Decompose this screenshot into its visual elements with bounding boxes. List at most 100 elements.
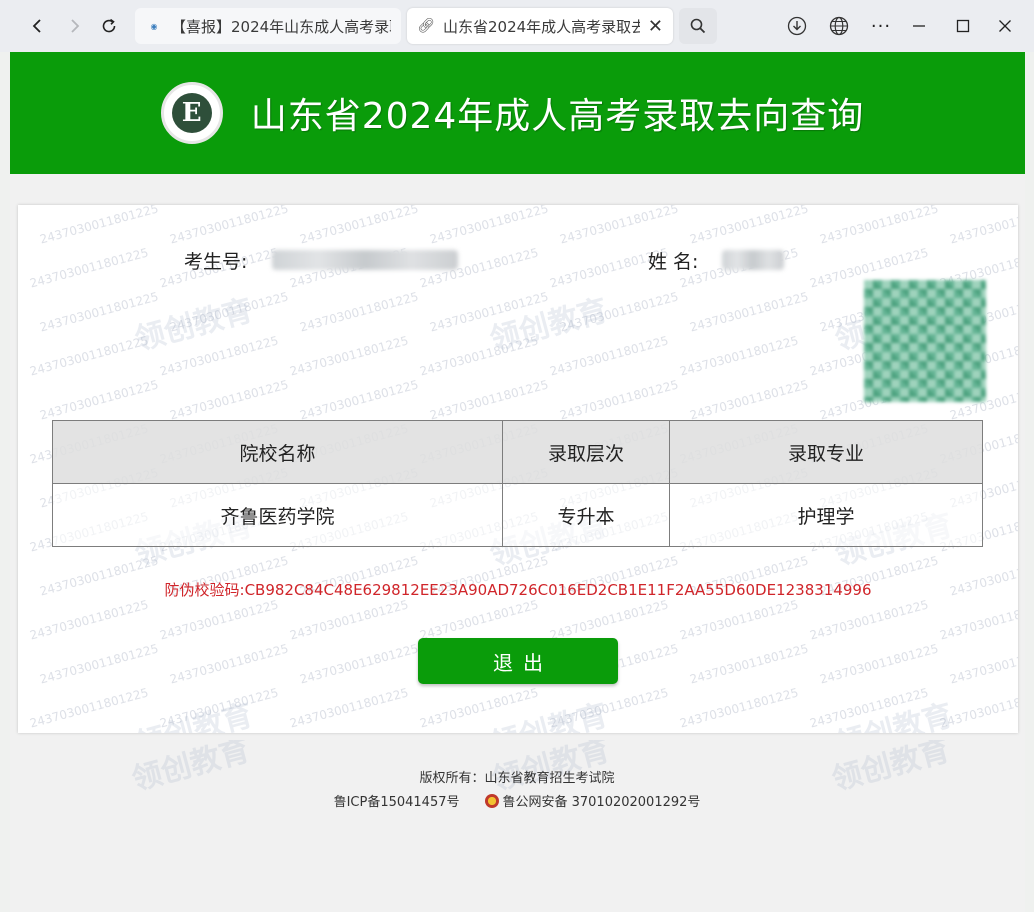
watermark-brand: 领创教育 xyxy=(131,292,257,358)
qr-code-redacted xyxy=(864,280,986,402)
police-record-link[interactable]: 鲁公网安备 37010202001292号 xyxy=(485,791,700,810)
result-card: 2437030011801225 2437030011801225 24370300… xyxy=(18,205,1018,733)
header-banner: E 山东省2024年成人高考录取去向查询 xyxy=(10,52,1025,174)
watermark-number: 2437030011801225 xyxy=(818,641,940,687)
police-badge-icon xyxy=(485,794,500,808)
reload-icon xyxy=(102,18,116,33)
watermark-number: 2437030011801225 xyxy=(38,289,160,335)
watermark-number: 2437030011801225 xyxy=(158,597,280,643)
watermark-number: 2437030011801225 xyxy=(818,205,940,247)
watermark-number: 2437030011801225 xyxy=(558,289,680,335)
back-arrow-icon xyxy=(32,19,41,33)
tab-1[interactable]: ◉ 【喜报】2024年山东成人高考录取 xyxy=(135,8,401,44)
watermark-number: 2437030011801225 xyxy=(688,641,810,687)
watermark-number: 2437030011801225 xyxy=(688,289,810,335)
exam-institute-logo: E xyxy=(160,82,223,144)
more-button[interactable]: ··· xyxy=(866,12,896,40)
cell-major: 护理学 xyxy=(669,483,983,547)
close-window-button[interactable] xyxy=(990,12,1020,40)
watermark-number: 2437030011801225 xyxy=(678,597,800,643)
tab-2[interactable]: 🔗︎ 山东省2024年成人高考录取去向 ✕ xyxy=(407,8,673,44)
maximize-button[interactable] xyxy=(948,12,978,40)
maximize-icon xyxy=(956,19,970,33)
column-header-level: 录取层次 xyxy=(502,420,670,484)
admission-table: 院校名称 录取层次 录取专业 齐鲁医药学院 专升本 护理学 xyxy=(52,420,983,547)
translate-button[interactable] xyxy=(824,12,854,40)
watermark-brand: 领创教育 xyxy=(486,292,612,358)
watermark-number: 2437030011801225 xyxy=(808,685,930,731)
more-icon: ··· xyxy=(870,15,892,37)
watermark-number: 2437030011801225 xyxy=(428,377,550,423)
verification-code: 防伪校验码:CB982C84C48E629812EE23A90AD726C016… xyxy=(18,579,1018,600)
watermark-number: 2437030011801225 xyxy=(288,685,410,731)
watermark-number: 2437030011801225 xyxy=(168,377,290,423)
watermark-number: 2437030011801225 xyxy=(948,205,1018,247)
watermark-number: 2437030011801225 xyxy=(558,377,680,423)
watermark-number: 2437030011801225 xyxy=(678,333,800,379)
watermark-number: 2437030011801225 xyxy=(298,205,420,247)
watermark-number: 2437030011801225 xyxy=(548,597,670,643)
site-favicon-icon: ◉ xyxy=(150,21,158,31)
tab-title: 山东省2024年成人高考录取去向 xyxy=(443,17,640,36)
logo-letter: E xyxy=(171,93,212,133)
forward-arrow-icon xyxy=(71,19,80,33)
watermark-number: 2437030011801225 xyxy=(28,333,150,379)
close-tab-icon[interactable]: ✕ xyxy=(648,16,663,37)
back-button[interactable] xyxy=(22,10,52,42)
tab-title: 【喜报】2024年山东成人高考录取 xyxy=(171,17,391,36)
watermark-number: 2437030011801225 xyxy=(558,205,680,247)
cell-school: 齐鲁医药学院 xyxy=(52,483,503,547)
watermark-number: 2437030011801225 xyxy=(808,597,930,643)
police-record-text: 鲁公网安备 37010202001292号 xyxy=(502,795,701,810)
download-icon xyxy=(787,16,807,36)
watermark-number: 2437030011801225 xyxy=(678,685,800,731)
globe-icon xyxy=(829,16,849,36)
footer-records: 鲁ICP备15041457号 鲁公网安备 37010202001292号 xyxy=(0,791,1034,810)
exam-number-label: 考生号: xyxy=(184,251,248,273)
watermark-number: 2437030011801225 xyxy=(28,685,150,731)
watermark-number: 2437030011801225 xyxy=(418,685,540,731)
watermark-number: 2437030011801225 xyxy=(168,289,290,335)
table-row: 齐鲁医药学院 专升本 护理学 xyxy=(52,483,983,547)
watermark-number: 2437030011801225 xyxy=(548,685,670,731)
forward-button[interactable] xyxy=(60,10,90,42)
watermark-number: 2437030011801225 xyxy=(548,333,670,379)
watermark-number: 2437030011801225 xyxy=(938,685,1018,731)
watermark-number: 2437030011801225 xyxy=(158,685,280,731)
watermark-number: 2437030011801225 xyxy=(688,377,810,423)
cell-level: 专升本 xyxy=(502,483,670,547)
watermark-brand: 领创教育 xyxy=(486,697,612,733)
browser-toolbar: ◉ 【喜报】2024年山东成人高考录取 🔗︎ 山东省2024年成人高考录取去向 … xyxy=(0,0,1034,52)
minimize-icon xyxy=(913,25,925,27)
link-icon: 🔗︎ xyxy=(417,18,435,34)
watermark-number: 2437030011801225 xyxy=(688,205,810,247)
search-icon xyxy=(690,18,706,34)
watermark-number: 2437030011801225 xyxy=(168,205,290,247)
watermark-number: 2437030011801225 xyxy=(28,245,150,291)
downloads-button[interactable] xyxy=(782,12,812,40)
watermark-number: 2437030011801225 xyxy=(168,641,290,687)
watermark-number: 2437030011801225 xyxy=(38,377,160,423)
watermark-number: 2437030011801225 xyxy=(38,641,160,687)
exam-number-value-redacted xyxy=(272,250,458,270)
watermark-number: 2437030011801225 xyxy=(938,597,1018,643)
watermark-number: 2437030011801225 xyxy=(428,205,550,247)
verification-value: CB982C84C48E629812EE23A90AD726C016ED2CB1… xyxy=(244,581,872,599)
watermark-number: 2437030011801225 xyxy=(298,641,420,687)
watermark-number: 2437030011801225 xyxy=(298,377,420,423)
minimize-button[interactable] xyxy=(904,12,934,40)
watermark-number: 2437030011801225 xyxy=(288,597,410,643)
reload-button[interactable] xyxy=(94,10,124,42)
name-label: 姓 名: xyxy=(648,251,699,273)
column-header-school: 院校名称 xyxy=(52,420,503,484)
tab-search-button[interactable] xyxy=(679,8,717,44)
watermark-number: 2437030011801225 xyxy=(428,289,550,335)
watermark-brand: 领创教育 xyxy=(831,697,957,733)
watermark-number: 2437030011801225 xyxy=(948,641,1018,687)
watermark-number: 2437030011801225 xyxy=(418,333,540,379)
watermark-number: 2437030011801225 xyxy=(158,333,280,379)
watermark-number: 2437030011801225 xyxy=(298,289,420,335)
icp-link[interactable]: 鲁ICP备15041457号 xyxy=(334,791,460,810)
verification-label: 防伪校验码: xyxy=(164,581,245,599)
exit-button[interactable]: 退出 xyxy=(418,638,618,684)
